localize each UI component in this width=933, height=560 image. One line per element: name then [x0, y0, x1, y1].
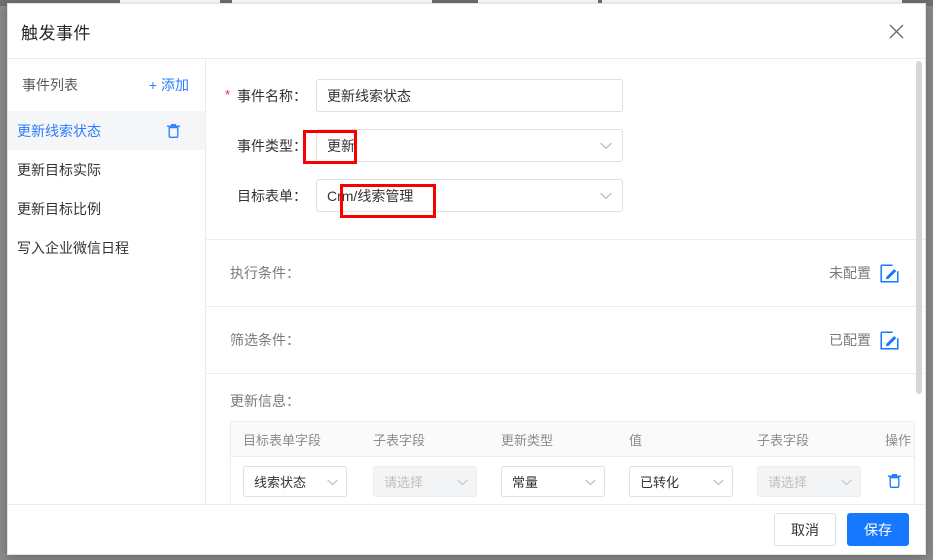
event-type-row: 事件类型： 更新 [206, 129, 925, 162]
chevron-down-icon [600, 192, 612, 200]
sidebar-item-label: 写入企业微信日程 [17, 239, 129, 256]
sidebar-item-label: 更新线索状态 [17, 122, 101, 139]
plus-icon: + [148, 77, 157, 93]
sidebar-item-label: 更新目标实际 [17, 161, 101, 178]
detail-panel-scrollbar-track[interactable] [916, 59, 924, 504]
table-row: 线索状态 请选择 常量 已转化 请选择 [231, 457, 914, 504]
event-type-label: 事件类型： [237, 137, 307, 154]
target-field-select[interactable]: 线索状态 [243, 465, 347, 497]
column-header-value: 值 [629, 432, 643, 448]
table-header-row: 目标表单字段 子表字段 更新类型 值 子表字段 操作 [231, 422, 914, 457]
sidebar-item-label: 更新目标比例 [17, 200, 101, 217]
edit-icon[interactable] [880, 330, 899, 350]
event-name-label-text: 事件名称： [237, 87, 307, 104]
target-form-row: 目标表单： Crm/线索管理 [206, 179, 925, 212]
chevron-down-icon [600, 142, 612, 150]
cell-value: 已转化 [617, 465, 745, 497]
event-detail-panel: * 事件名称： 更新线索状态 事件类型： 更新 目标表单： Crm/线索管理 执… [206, 59, 925, 504]
execution-condition-label: 执行条件： [230, 265, 300, 281]
sidebar-item-update-target-actual[interactable]: 更新目标实际 [8, 150, 205, 189]
chevron-down-icon [841, 474, 852, 489]
value-value: 已转化 [640, 474, 680, 490]
chevron-down-icon [713, 474, 724, 489]
execution-condition-row: 执行条件： 未配置 [206, 239, 925, 306]
cancel-button[interactable]: 取消 [774, 513, 836, 546]
save-button[interactable]: 保存 [847, 513, 909, 546]
column-header-operation: 操作 [885, 432, 912, 448]
execution-condition-status: 未配置 [829, 265, 871, 281]
chevron-down-icon [585, 474, 596, 489]
sidebar-header: 事件列表 + 添加 [8, 59, 205, 111]
add-event-label: 添加 [161, 77, 189, 93]
update-type-value: 常量 [512, 474, 539, 490]
update-info-title: 更新信息： [230, 393, 300, 409]
sub-field-1-placeholder: 请选择 [384, 474, 424, 490]
target-form-value: Crm/线索管理 [327, 187, 414, 204]
sub-field-1-select[interactable]: 请选择 [373, 465, 477, 497]
target-field-value: 线索状态 [254, 474, 307, 490]
cell-sub-field-1: 请选择 [361, 465, 489, 497]
screen: 触发事件 事件列表 + 添加 更新线索状态 更新目标实际 更新目标比例 写入企业… [0, 0, 933, 560]
add-event-button[interactable]: + 添加 [149, 75, 189, 95]
target-form-label: 目标表单： [237, 187, 307, 204]
event-list-sidebar: 事件列表 + 添加 更新线索状态 更新目标实际 更新目标比例 写入企业微信日程 [8, 59, 206, 504]
chevron-down-icon [327, 474, 338, 489]
close-icon[interactable] [881, 16, 911, 46]
dialog-header: 触发事件 [8, 4, 925, 59]
event-form: * 事件名称： 更新线索状态 事件类型： 更新 目标表单： Crm/线索管理 [206, 59, 925, 239]
detail-panel-scrollbar-thumb[interactable] [916, 61, 922, 394]
sidebar-title: 事件列表 [22, 77, 78, 93]
event-name-value: 更新线索状态 [327, 87, 411, 104]
sidebar-item-list: 更新线索状态 更新目标实际 更新目标比例 写入企业微信日程 [8, 111, 205, 267]
cell-sub-field-2: 请选择 [745, 465, 873, 497]
dialog-footer: 取消 保存 [8, 504, 925, 554]
execution-condition-action: 未配置 [829, 263, 899, 283]
event-name-input[interactable]: 更新线索状态 [316, 79, 623, 112]
cell-update-type: 常量 [489, 465, 617, 497]
update-info-section: 更新信息： 目标表单字段 子表字段 更新类型 值 子表字段 操作 线索状态 请选… [206, 373, 925, 504]
sidebar-item-write-wecom-calendar[interactable]: 写入企业微信日程 [8, 228, 205, 267]
sub-field-2-select[interactable]: 请选择 [757, 465, 861, 497]
trigger-event-dialog: 触发事件 事件列表 + 添加 更新线索状态 更新目标实际 更新目标比例 写入企业… [7, 3, 926, 555]
trash-icon[interactable] [166, 123, 181, 139]
event-name-row: * 事件名称： 更新线索状态 [206, 79, 925, 112]
update-info-table: 目标表单字段 子表字段 更新类型 值 子表字段 操作 线索状态 请选择 常量 已… [230, 421, 915, 504]
update-type-select[interactable]: 常量 [501, 465, 605, 497]
event-name-label: * 事件名称： [218, 86, 316, 106]
column-header-sub-field-1: 子表字段 [373, 432, 426, 448]
column-header-update-type: 更新类型 [501, 432, 554, 448]
cell-target-field: 线索状态 [231, 465, 361, 497]
sidebar-item-update-target-ratio[interactable]: 更新目标比例 [8, 189, 205, 228]
chevron-down-icon [457, 474, 468, 489]
column-header-sub-field-2: 子表字段 [757, 432, 810, 448]
event-type-select[interactable]: 更新 [316, 129, 623, 162]
edit-icon[interactable] [880, 263, 899, 283]
sidebar-item-update-lead-status[interactable]: 更新线索状态 [8, 111, 205, 150]
cell-operation [873, 473, 916, 489]
trash-icon[interactable] [885, 473, 916, 489]
dialog-body: 事件列表 + 添加 更新线索状态 更新目标实际 更新目标比例 写入企业微信日程 … [8, 59, 925, 504]
value-select[interactable]: 已转化 [629, 465, 733, 497]
required-marker: * [225, 86, 231, 102]
filter-condition-row: 筛选条件： 已配置 [206, 306, 925, 373]
filter-condition-action: 已配置 [829, 330, 899, 350]
filter-condition-label: 筛选条件： [230, 332, 300, 348]
sub-field-2-placeholder: 请选择 [768, 474, 808, 490]
column-header-target-field: 目标表单字段 [243, 432, 322, 448]
filter-condition-status: 已配置 [829, 332, 871, 348]
event-type-value: 更新 [327, 137, 355, 154]
page-title: 触发事件 [21, 23, 91, 43]
target-form-select[interactable]: Crm/线索管理 [316, 179, 623, 212]
